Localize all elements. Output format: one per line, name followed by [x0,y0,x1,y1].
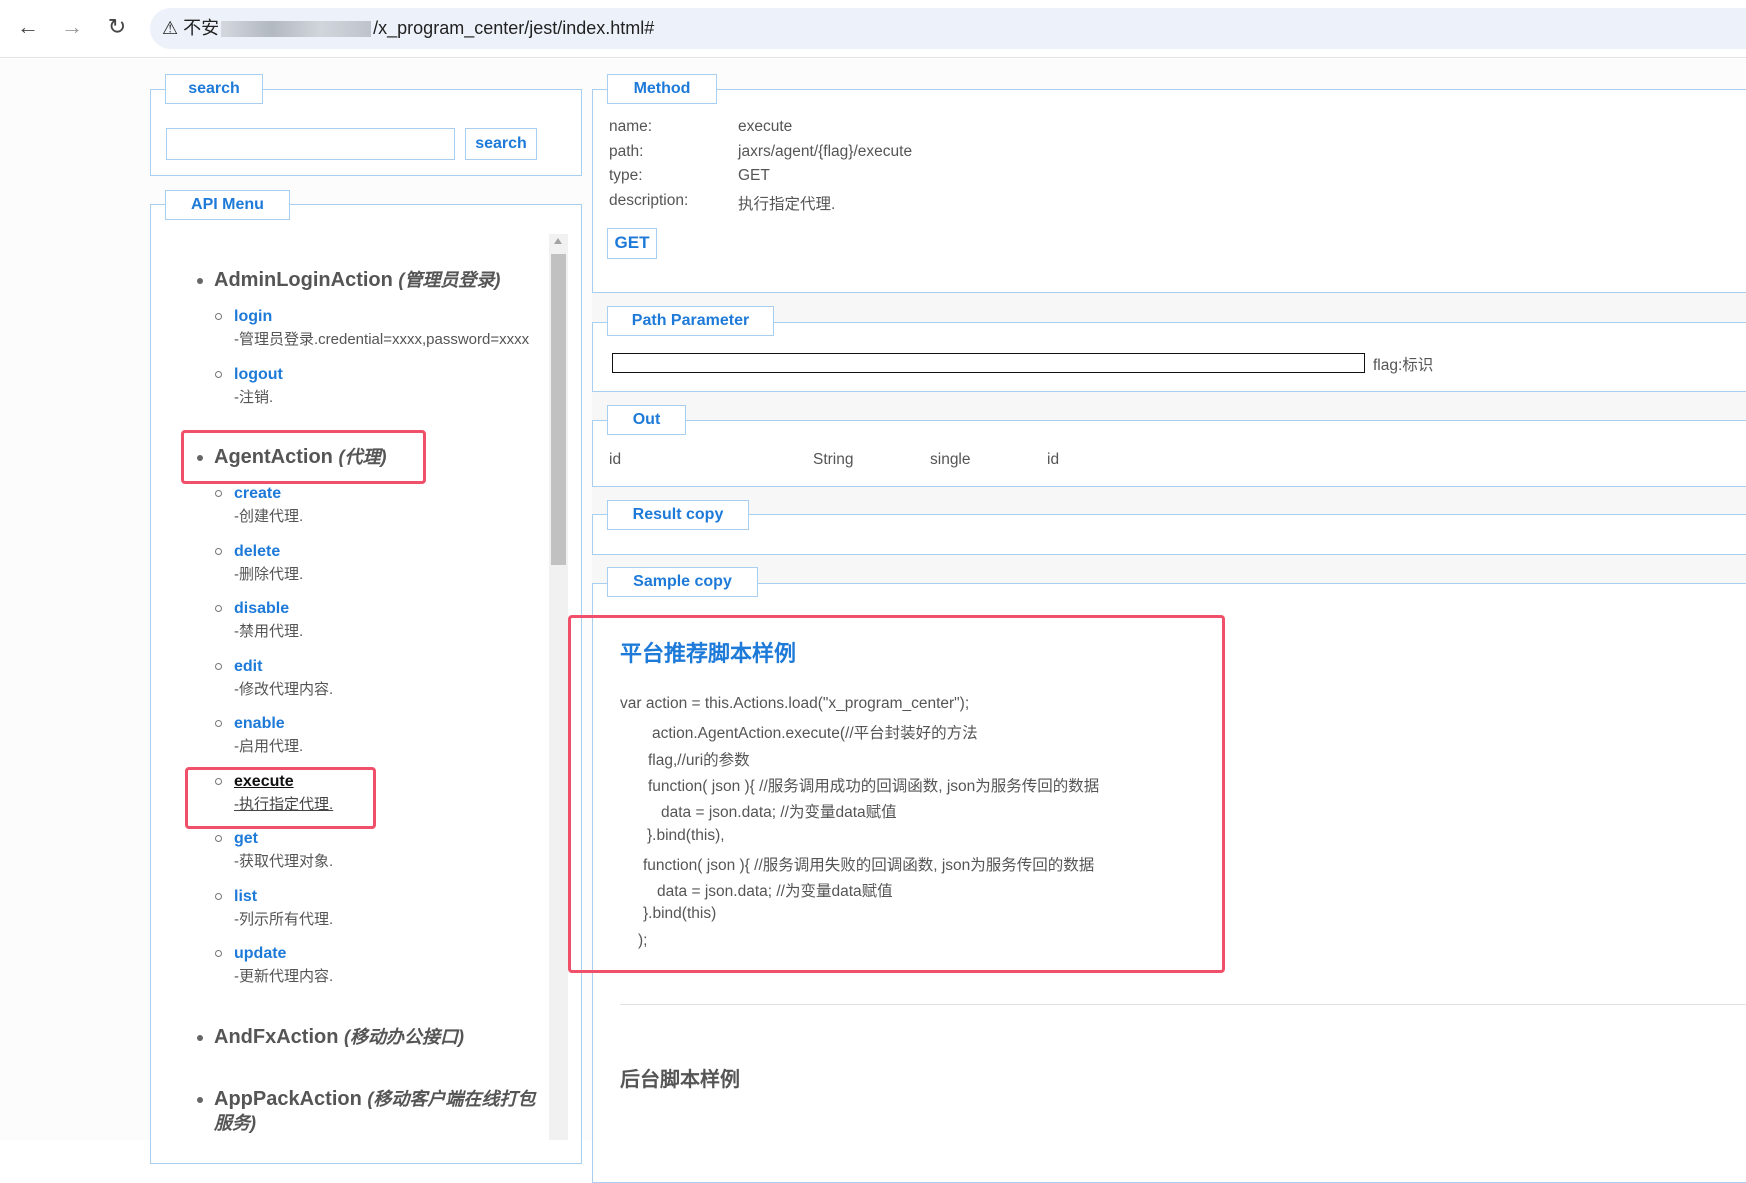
menu-group-heading[interactable]: AdminLoginAction (管理员登录) [197,262,549,305]
flag-label: flag:标识 [1373,357,1434,374]
menu-group: AdminLoginAction (管理员登录) login -管理员登录.cred… [150,262,549,420]
out-field-description: id [1047,451,1060,468]
section-gap [592,555,1746,583]
menu-item-link[interactable]: list [234,885,549,908]
menu-item-link[interactable]: disable [234,597,549,620]
search-button[interactable]: search [465,128,537,160]
address-bar[interactable]: ⚠ 不安/x_program_center/jest/index.html# [150,8,1746,49]
highlight-execute [185,767,376,829]
menu-item-login[interactable]: login -管理员登录.credential=xxxx,password=xxx… [214,305,549,363]
method-legend: Method [607,74,717,104]
menu-item-update[interactable]: update -更新代理内容. [214,942,549,1000]
section-gap [592,392,1746,420]
method-value: execute [738,118,793,135]
method-value: jaxrs/agent/{flag}/execute [738,142,913,160]
method-label: name: [609,118,653,135]
out-legend: Out [607,405,686,435]
menu-item-desc: -删除代理. [234,565,304,583]
menu-item-desc: -创建代理. [234,508,304,525]
out-fieldset [592,420,1746,487]
out-field-name: id [609,451,622,468]
api-menu-list: AdminLoginAction (管理员登录) login -管理员登录.cred… [150,234,549,1140]
menu-item-link[interactable]: enable [234,712,549,735]
menu-item-desc: -启用代理. [234,738,304,755]
scrollbar-thumb[interactable] [551,254,566,565]
result-fieldset [592,514,1746,555]
search-input[interactable] [166,128,455,160]
menu-item-edit[interactable]: edit -修改代理内容. [214,655,549,713]
menu-item-desc: -修改代理内容. [234,680,334,698]
highlight-agentaction [181,430,426,484]
browser-toolbar: ← → ↻ ⚠ 不安/x_program_center/jest/index.h… [0,0,1746,58]
search-legend: search [165,74,263,104]
forward-icon[interactable]: → [57,14,87,40]
menu-item-link[interactable]: get [234,827,549,850]
method-value: 执行指定代理. [738,195,836,213]
back-icon[interactable]: ← [13,14,43,40]
method-label: type: [609,167,643,184]
menu-group: AgentAction (代理) create -创建代理. delete -删除代理.… [150,439,549,1000]
menu-item-create[interactable]: create -创建代理. [214,482,549,540]
menu-item-get[interactable]: get -获取代理对象. [214,827,549,885]
menu-item-list[interactable]: list -列示所有代理. [214,885,549,943]
result-copy-legend: Result copy [607,500,749,530]
sample-copy-legend: Sample copy [607,567,758,597]
menu-group: AndFxAction (移动办公接口) [150,1019,549,1062]
section-gap [592,487,1746,514]
method-label: description: [609,191,689,209]
menu-item-logout[interactable]: logout -注销. [214,363,549,421]
menu-group: AppPackAction (移动客户端在线打包服务) [150,1081,549,1135]
menu-item-link[interactable]: create [234,482,549,505]
menu-item-desc: -列示所有代理. [234,910,334,928]
warning-icon: ⚠ [162,18,179,38]
menu-item-desc: -注销. [234,388,274,406]
highlight-sample [568,615,1225,973]
backend-heading: 后台脚本样例 [620,1069,740,1091]
get-button[interactable]: GET [607,228,657,259]
out-field-type: String [813,451,854,468]
menu-group-heading[interactable]: AppPackAction (移动客户端在线打包服务) [197,1081,544,1135]
out-field-cardinality: single [930,451,971,468]
scroll-up-icon[interactable] [554,238,562,244]
menu-item-disable[interactable]: disable -禁用代理. [214,597,549,655]
menu-group-heading[interactable]: AndFxAction (移动办公接口) [197,1019,549,1062]
path-parameter-legend: Path Parameter [607,306,774,336]
menu-item-link[interactable]: logout [234,363,549,386]
divider [620,1004,1746,1005]
menu-scrollbar[interactable] [549,234,568,1140]
reload-icon[interactable]: ↻ [102,14,132,40]
menu-item-desc: -管理员登录.credential=xxxx,password=xxxx [234,331,530,348]
menu-item-desc: -获取代理对象. [234,853,334,870]
flag-input[interactable] [612,353,1365,373]
api-menu-legend: API Menu [165,190,290,220]
menu-item-desc: -禁用代理. [234,623,304,640]
menu-item-delete[interactable]: delete -删除代理. [214,540,549,598]
menu-item-link[interactable]: delete [234,540,549,563]
menu-item-link[interactable]: update [234,942,549,965]
menu-item-link[interactable]: edit [234,655,549,678]
method-label: path: [609,142,644,160]
menu-item-desc: -更新代理内容. [234,968,334,985]
method-value: GET [738,167,770,184]
menu-item-enable[interactable]: enable -启用代理. [214,712,549,770]
blurred-host [221,21,372,38]
menu-item-link[interactable]: login [234,305,549,328]
